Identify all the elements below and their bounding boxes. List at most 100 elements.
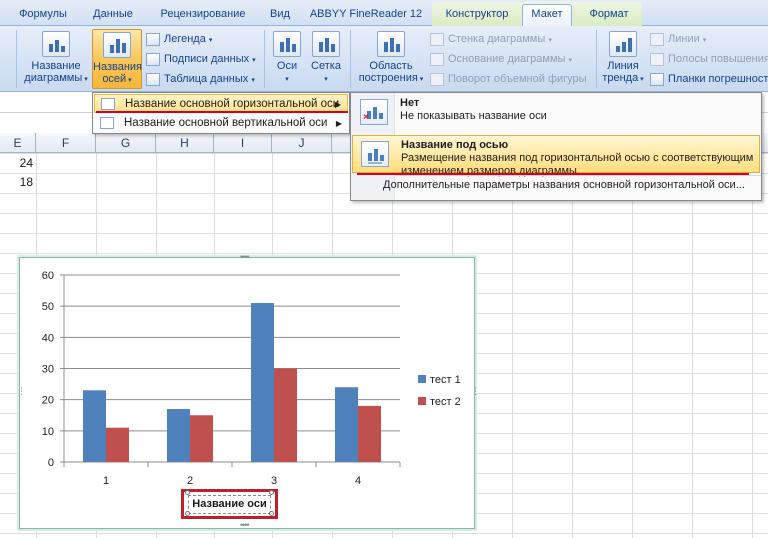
trendline-icon [609, 31, 637, 57]
grid-column-line [572, 153, 573, 538]
menu-item-label: Название основной горизонтальной оси [125, 98, 340, 110]
trendline-button[interactable]: Линия тренда ▾ [602, 29, 644, 89]
selection-handle[interactable] [269, 511, 274, 516]
col-header-h[interactable]: H [156, 133, 214, 153]
data-labels-icon [146, 53, 160, 66]
vertical-axis-title-icon [100, 117, 114, 129]
cell-e-value[interactable]: 24 [3, 156, 33, 170]
option-none[interactable]: × Нет Не показывать название оси [352, 94, 760, 132]
resize-handle-bottom[interactable]: •••• [240, 520, 250, 530]
bar-1-1 [83, 390, 106, 462]
error-bars-icon [650, 73, 664, 86]
up-down-bars-label: Полосы повышения [668, 53, 768, 65]
grid-column-line [692, 153, 693, 538]
up-down-bars-button[interactable]: Полосы повышения [650, 51, 768, 68]
x-tick-label: 1 [103, 475, 109, 487]
bar-1-2 [167, 409, 190, 462]
ribbon-clipped-left [2, 29, 10, 89]
grid-column-line [632, 153, 633, 538]
option-title-below-axis-title: Название под осью [401, 139, 509, 151]
menu-item-label: Название основной вертикальной оси [124, 117, 328, 129]
tab-review[interactable]: Рецензирование [150, 5, 256, 26]
bar-2-1 [106, 427, 129, 462]
up-down-bars-icon [650, 53, 664, 66]
data-labels-button[interactable]: Подписи данных ▾ [146, 51, 256, 68]
cell-e-value[interactable]: 18 [3, 175, 33, 189]
data-table-button[interactable]: Таблица данных ▾ [146, 71, 255, 88]
gridlines-label: Сетка [311, 60, 341, 72]
selection-handle[interactable] [185, 511, 190, 516]
axes-button[interactable]: Оси ▾ [270, 29, 304, 89]
plot-area-button[interactable]: Область построения ▾ [358, 29, 424, 89]
title-below-axis-icon [361, 141, 389, 167]
col-header-g[interactable]: G [96, 133, 156, 153]
x-tick-label: 3 [271, 475, 277, 487]
rotation-3d-button[interactable]: Поворот объемной фигуры [430, 71, 587, 88]
selection-handle[interactable] [185, 490, 190, 495]
plot-area-icon [377, 31, 405, 57]
submenu-arrow-icon: ▶ [335, 119, 342, 128]
tab-design[interactable]: Конструктор [436, 5, 518, 26]
resize-handle-left[interactable]: ⋮ [17, 386, 26, 397]
x-tick-label: 4 [355, 475, 361, 487]
legend-entry: тест 2 [430, 396, 461, 408]
col-header-e[interactable]: E [0, 133, 36, 153]
chart-title-label: Название диаграммы [24, 60, 83, 84]
bar-2-4 [358, 405, 381, 462]
ribbon-separator [596, 30, 597, 88]
bar-2-2 [190, 415, 213, 462]
tab-abbyy[interactable]: ABBYY FineReader 12 [306, 5, 426, 26]
axis-titles-menu: Название основной горизонтальной оси ▶ Н… [92, 92, 350, 134]
tab-format[interactable]: Формат [580, 5, 638, 26]
axis-titles-button[interactable]: Названия осей ▾ [92, 29, 142, 89]
y-tick-label: 0 [48, 457, 54, 469]
tab-data[interactable]: Данные [84, 5, 142, 26]
legend-entry: тест 1 [430, 374, 461, 386]
ribbon-tabs: Формулы Данные Рецензирование Вид ABBYY … [0, 0, 768, 27]
rotation-3d-icon [430, 73, 444, 86]
legend-icon [146, 33, 160, 46]
tab-view[interactable]: Вид [262, 5, 298, 26]
lines-button[interactable]: Линии ▾ [650, 31, 706, 48]
ribbon: Название диаграммы ▾ Названия осей ▾ Лег… [0, 26, 768, 92]
y-tick-label: 10 [42, 426, 54, 438]
menu-item-primary-vertical-axis-title[interactable]: Название основной вертикальной оси ▶ [94, 114, 348, 133]
chart-wall-button[interactable]: Стенка диаграммы ▾ [430, 31, 552, 48]
menu-separator [395, 175, 761, 176]
bar-1-3 [251, 303, 274, 462]
axis-title[interactable]: Название оси [188, 495, 271, 514]
error-bars-button[interactable]: Планки погрешност [650, 71, 768, 88]
y-tick-label: 40 [42, 332, 54, 344]
tab-layout[interactable]: Макет [522, 4, 572, 27]
col-header-f[interactable]: F [36, 133, 96, 153]
tab-formulas[interactable]: Формулы [10, 5, 76, 26]
col-header-j[interactable]: J [272, 133, 332, 153]
chart-title-button[interactable]: Название диаграммы ▾ [24, 29, 88, 89]
more-axis-title-options[interactable]: Дополнительные параметры названия основн… [383, 179, 745, 191]
resize-handle-right[interactable]: ⋮ [471, 386, 480, 397]
legend-button[interactable]: Легенда ▾ [146, 31, 212, 48]
ribbon-separator [264, 30, 265, 88]
x-tick-label: 2 [187, 475, 193, 487]
horizontal-axis-title-icon [101, 98, 115, 110]
chart-wall-icon [430, 33, 444, 46]
selection-handle[interactable] [269, 490, 274, 495]
red-highlight-line [357, 173, 749, 175]
grid-column-line [512, 153, 513, 538]
axis-titles-label: Названия осей [93, 61, 142, 85]
col-header-i[interactable]: I [214, 133, 272, 153]
ribbon-separator [16, 30, 17, 88]
lines-icon [650, 33, 664, 46]
chart-wall-label: Стенка диаграммы [448, 33, 546, 45]
gridlines-button[interactable]: Сетка ▾ [308, 29, 344, 89]
option-title-below-axis[interactable]: Название под осью Размещение названия по… [352, 135, 760, 177]
data-table-icon [146, 73, 160, 86]
horizontal-axis-title-submenu: × Нет Не показывать название оси Названи… [350, 92, 762, 201]
chart-floor-button[interactable]: Основание диаграммы ▾ [430, 51, 572, 68]
y-tick-label: 30 [42, 364, 54, 376]
gridlines-icon [312, 31, 340, 57]
error-bars-label: Планки погрешност [668, 73, 768, 85]
chart-floor-icon [430, 53, 444, 66]
y-tick-label: 60 [42, 270, 54, 282]
resize-handle-top[interactable]: •••• [240, 252, 250, 262]
